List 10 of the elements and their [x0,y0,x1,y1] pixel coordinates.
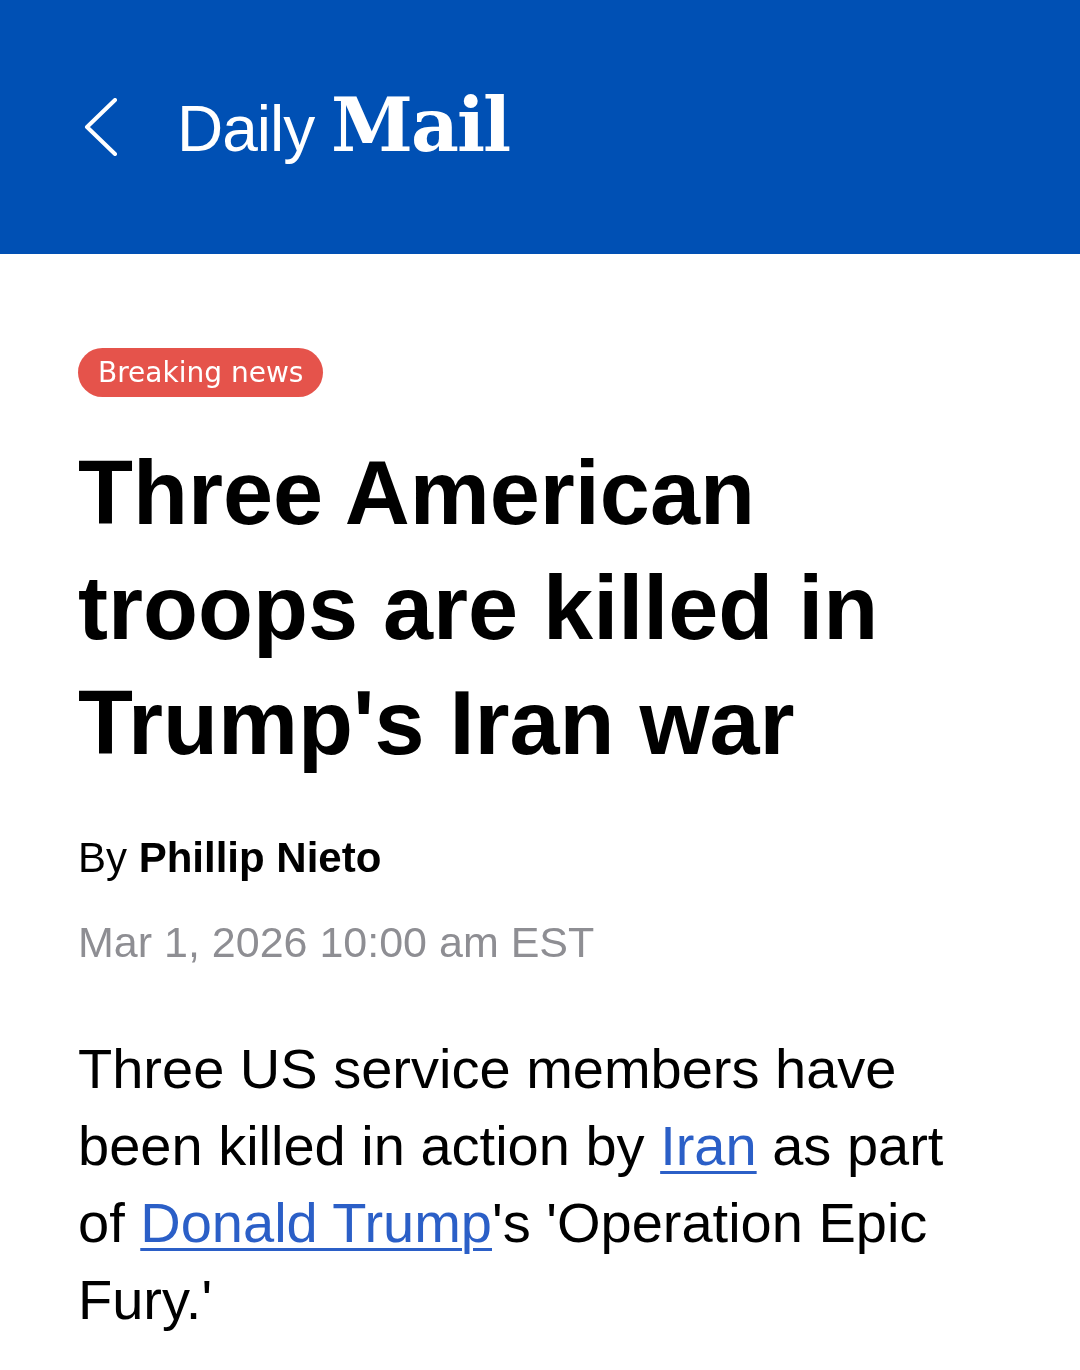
logo: Daily Mail [177,85,510,169]
headline: Three American troops are killed in Trump's Iran war [78,442,880,775]
chevron-left-icon [84,98,118,156]
inline-link[interactable]: Donald Trump [140,1191,492,1254]
back-button[interactable] [84,98,118,156]
byline: By Phillip Nieto [78,833,383,883]
body-paragraph: Three US service members have been killed in action by Iran as part of Donald Trump's 'Operation Epic Fury.' [78,1036,945,1333]
inline-link[interactable]: Iran [660,1114,757,1177]
publish-date: Mar 1, 2026 10:00 am EST [78,917,596,967]
breaking-news-badge: Breaking news [78,348,324,397]
